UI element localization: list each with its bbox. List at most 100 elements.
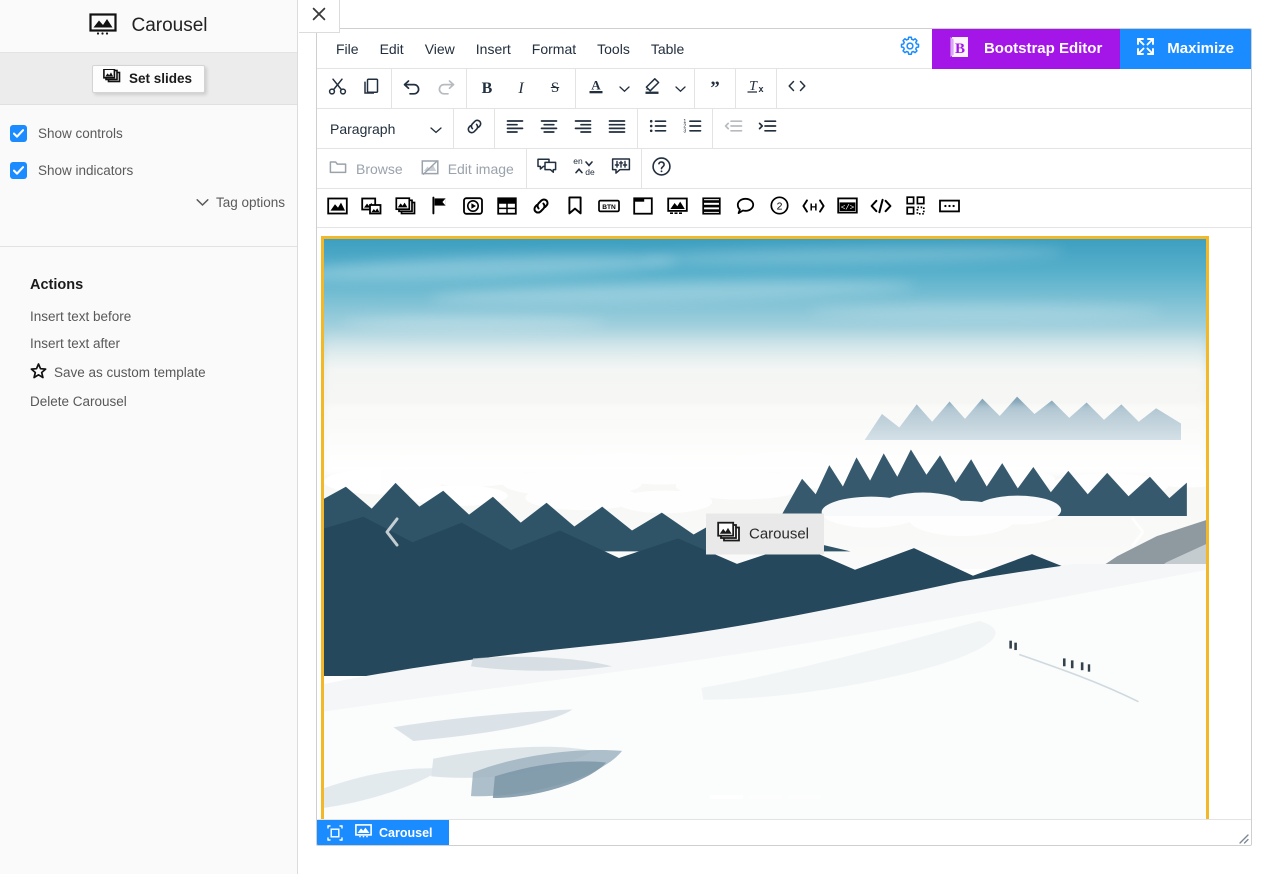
menu-table[interactable]: Table — [642, 36, 693, 62]
carousel-indicator-3[interactable] — [787, 795, 821, 799]
toolbar-separator — [494, 109, 495, 148]
insert-embed-button[interactable]: </> — [830, 193, 864, 223]
carousel-image-icon — [89, 12, 118, 41]
insert-anchor-button[interactable]: H — [796, 193, 830, 223]
settings-button[interactable] — [888, 29, 932, 69]
align-justify-button[interactable] — [600, 114, 634, 144]
clear-formatting-button[interactable]: T x — [739, 74, 773, 104]
comments-button[interactable] — [530, 154, 564, 184]
block-format-select[interactable]: Paragraph — [320, 114, 450, 144]
insert-list-group-button[interactable] — [694, 193, 728, 223]
toolbar-row-2: Paragraph 1 2 3 — [317, 109, 1251, 149]
carousel-element[interactable]: Carousel — [321, 236, 1209, 819]
carousel-next-button[interactable] — [1108, 504, 1168, 564]
set-slides-button[interactable]: Set slides — [91, 64, 206, 93]
menu-edit[interactable]: Edit — [371, 36, 413, 62]
indent-icon — [758, 119, 777, 138]
element-path-breadcrumb[interactable]: Carousel — [317, 820, 449, 845]
copy-button[interactable] — [354, 74, 388, 104]
show-indicators-checkbox[interactable] — [10, 162, 27, 179]
carousel-badge-label: Carousel — [748, 525, 810, 543]
edit-image-button[interactable]: Edit image — [412, 154, 523, 184]
show-controls-checkbox[interactable] — [10, 125, 27, 142]
bubble-sliders-icon — [611, 157, 631, 181]
strikethrough-button[interactable]: S — [538, 74, 572, 104]
insert-code-button[interactable] — [864, 193, 898, 223]
carousel-indicator-2[interactable] — [748, 795, 782, 799]
action-save-as-custom-template[interactable]: Save as custom template — [30, 363, 297, 383]
insert-figure-button[interactable] — [354, 193, 388, 223]
insert-flag-button[interactable] — [422, 193, 456, 223]
blockquote-button[interactable]: ” — [698, 74, 732, 104]
bold-button[interactable]: B — [470, 74, 504, 104]
insert-bookmark-button[interactable] — [558, 193, 592, 223]
insert-media-object-button[interactable] — [660, 193, 694, 223]
indent-button[interactable] — [750, 114, 784, 144]
carousel-center-badge[interactable]: Carousel — [705, 513, 825, 555]
insert-button-element[interactable]: BTN — [592, 193, 626, 223]
italic-button[interactable]: I — [504, 74, 538, 104]
maximize-button[interactable]: Maximize — [1120, 29, 1251, 69]
insert-card-button[interactable] — [626, 193, 660, 223]
svg-text:H: H — [809, 201, 817, 213]
carousel-prev-button[interactable] — [362, 504, 422, 564]
toolbar-separator — [453, 109, 454, 148]
action-delete-carousel[interactable]: Delete Carousel — [30, 394, 297, 410]
undo-button[interactable] — [395, 74, 429, 104]
menu-file[interactable]: File — [327, 36, 368, 62]
element-selection-icon[interactable] — [321, 824, 349, 841]
redo-button[interactable] — [429, 74, 463, 104]
angle-h-icon: H — [801, 198, 825, 219]
close-panel-button[interactable] — [299, 0, 340, 33]
help-button[interactable] — [645, 154, 679, 184]
insert-carousel-button[interactable] — [388, 193, 422, 223]
text-color-button[interactable]: A — [579, 74, 613, 104]
svg-text:x: x — [758, 84, 763, 94]
carousel-indicator-1[interactable] — [709, 795, 743, 799]
svg-text:B: B — [955, 41, 965, 57]
action-insert-text-before[interactable]: Insert text before — [30, 309, 297, 325]
source-code-button[interactable] — [780, 74, 814, 104]
strikethrough-s-icon: S — [550, 80, 560, 96]
numbered-list-button[interactable]: 123 — [675, 114, 709, 144]
insert-qr-button[interactable] — [898, 193, 932, 223]
image-edit-icon — [421, 159, 440, 179]
option-show-indicators[interactable]: Show indicators — [0, 152, 297, 189]
svg-text:BTN: BTN — [602, 203, 616, 210]
editor-content[interactable]: Carousel — [317, 228, 1251, 819]
resize-grip-icon[interactable] — [1235, 830, 1249, 844]
highlight-color-dropdown[interactable] — [669, 74, 691, 104]
action-insert-text-after[interactable]: Insert text after — [30, 336, 297, 352]
insert-video-button[interactable] — [456, 193, 490, 223]
bullet-list-button[interactable] — [641, 114, 675, 144]
insert-badge-button[interactable]: 2 — [762, 193, 796, 223]
insert-link-button[interactable] — [457, 114, 491, 144]
tone-settings-button[interactable] — [604, 154, 638, 184]
breadcrumb-label: Carousel — [379, 825, 433, 840]
insert-tooltip-button[interactable] — [728, 193, 762, 223]
insert-table-button[interactable] — [490, 193, 524, 223]
translate-button[interactable]: en de — [564, 154, 604, 184]
highlight-color-button[interactable] — [635, 74, 669, 104]
editor-frame: File Edit View Insert Format Tools Table — [316, 28, 1252, 846]
cut-button[interactable] — [320, 74, 354, 104]
insert-image-button[interactable] — [320, 193, 354, 223]
bookmark-icon — [567, 196, 583, 220]
align-center-button[interactable] — [532, 114, 566, 144]
insert-more-button[interactable] — [932, 193, 966, 223]
bootstrap-editor-button[interactable]: B Bootstrap Editor — [931, 29, 1121, 69]
menu-format[interactable]: Format — [523, 36, 585, 62]
menu-view[interactable]: View — [416, 36, 464, 62]
menu-insert[interactable]: Insert — [467, 36, 520, 62]
text-color-dropdown[interactable] — [613, 74, 635, 104]
align-left-button[interactable] — [498, 114, 532, 144]
action-label: Save as custom template — [54, 365, 206, 380]
option-show-controls[interactable]: Show controls — [0, 115, 297, 152]
align-right-button[interactable] — [566, 114, 600, 144]
insert-link2-button[interactable] — [524, 193, 558, 223]
tag-options-toggle[interactable]: Tag options — [0, 189, 297, 210]
menu-tools[interactable]: Tools — [588, 36, 639, 62]
outdent-button[interactable] — [716, 114, 750, 144]
browse-button[interactable]: Browse — [320, 154, 412, 184]
breadcrumb-item-carousel[interactable]: Carousel — [349, 824, 439, 841]
